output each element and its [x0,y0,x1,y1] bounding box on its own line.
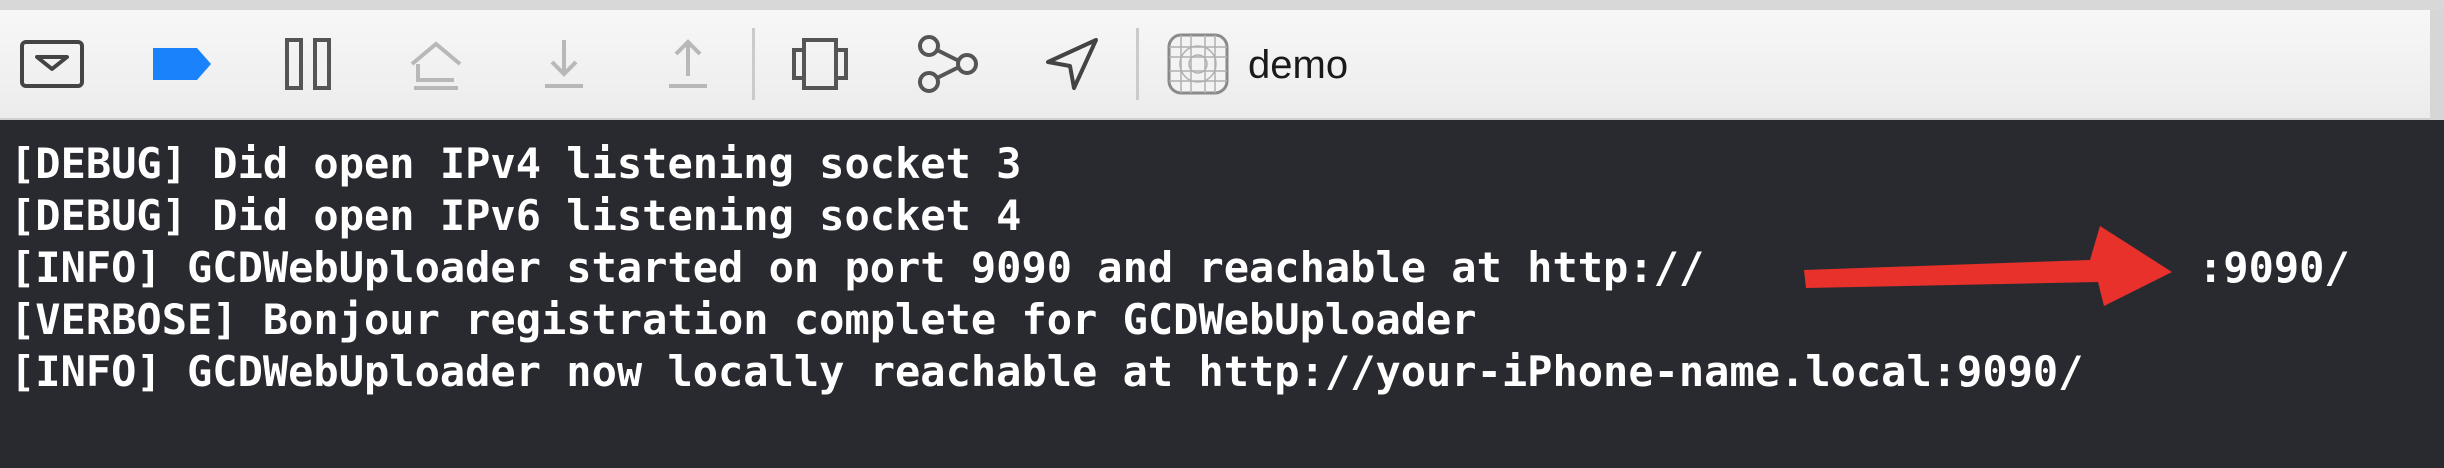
scheme-label[interactable]: demo [1248,40,1348,90]
breakpoint-icon [153,48,211,80]
console-line: [VERBOSE] Bonjour registration complete … [10,295,1477,344]
hide-debug-area-button[interactable] [12,32,92,96]
console-line-port: :9090/ [2198,243,2350,292]
breakpoints-toggle-button[interactable] [142,32,222,96]
console-line: [DEBUG] Did open IPv6 listening socket 4 [10,191,1022,240]
step-over-icon [410,41,462,90]
simulate-location-button[interactable] [1032,32,1112,96]
view-hierarchy-icon [792,38,848,90]
toolbar-separator [752,28,755,100]
memory-graph-icon [918,35,978,93]
console-line: [INFO] GCDWebUploader now locally reacha… [10,347,2084,396]
red-arrow-icon [1804,226,2172,306]
scheme-selector[interactable] [1158,32,1238,96]
step-out-icon [669,39,707,88]
window-top-strip [0,0,2444,10]
memory-graph-button[interactable] [908,32,988,96]
app-icon [1167,33,1229,95]
step-out-button[interactable] [648,32,728,96]
window-edge [2430,10,2444,120]
step-over-button[interactable] [396,32,476,96]
step-into-icon [545,40,583,88]
pause-button[interactable] [268,32,348,96]
view-hierarchy-button[interactable] [780,32,860,96]
panel-down-icon [20,40,84,88]
debug-toolbar: demo [0,10,2444,120]
step-into-button[interactable] [524,32,604,96]
location-arrow-icon [1046,38,1098,90]
console-line: [INFO] GCDWebUploader started on port 90… [10,243,1705,292]
toolbar-separator [1136,28,1139,100]
console-line: [DEBUG] Did open IPv4 listening socket 3 [10,139,1022,188]
pause-icon [285,38,331,90]
